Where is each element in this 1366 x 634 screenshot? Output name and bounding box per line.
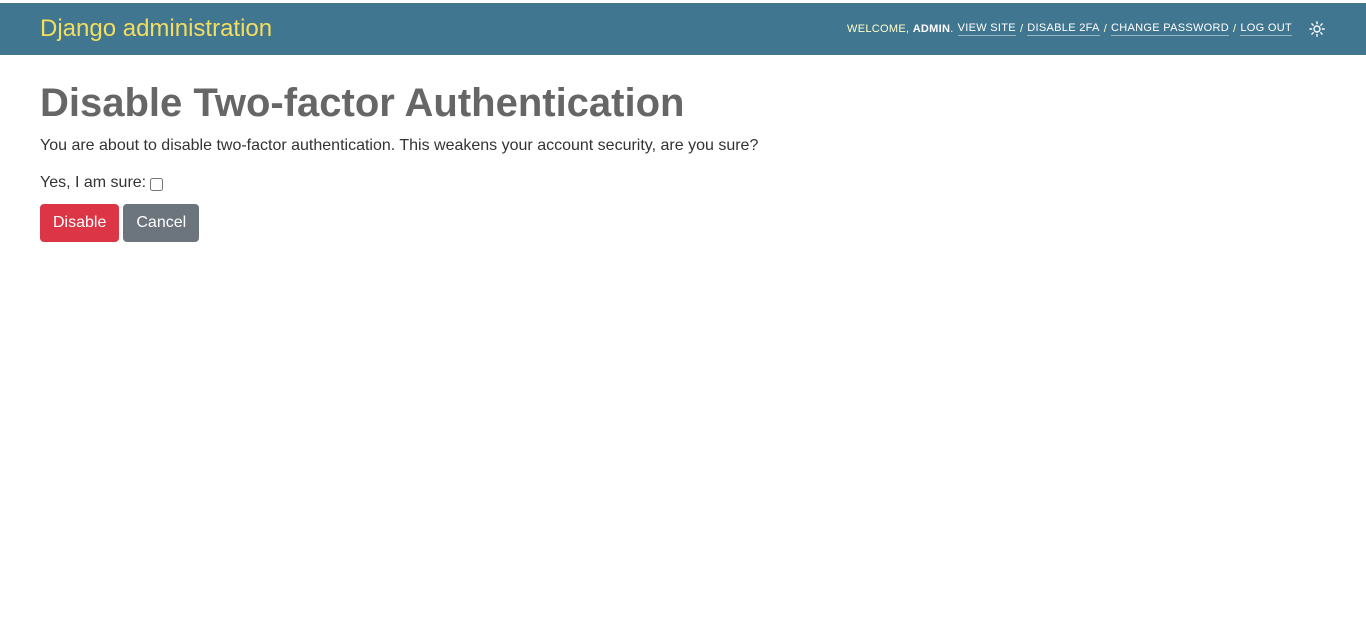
page-title: Disable Two-factor Authentication bbox=[40, 81, 685, 125]
main-content: Disable Two-factor Authentication You ar… bbox=[0, 55, 1366, 264]
confirm-label: Yes, I am sure: bbox=[40, 174, 147, 191]
separator: / bbox=[1233, 23, 1237, 35]
sun-icon bbox=[1309, 21, 1325, 37]
site-branding-link[interactable]: Django administration bbox=[40, 15, 272, 43]
theme-toggle-button[interactable] bbox=[1308, 20, 1326, 38]
disable-2fa-form: Yes, I am sure: Disable Cancel bbox=[40, 174, 1326, 242]
confirm-row: Yes, I am sure: bbox=[40, 174, 1326, 192]
intro-text: You are about to disable two-factor auth… bbox=[40, 137, 759, 154]
change-password-link[interactable]: Change password bbox=[1111, 22, 1230, 36]
confirm-checkbox[interactable] bbox=[150, 177, 164, 191]
username: admin bbox=[912, 23, 951, 35]
welcome-text: Welcome, bbox=[847, 23, 910, 35]
cancel-button[interactable]: Cancel bbox=[123, 204, 200, 242]
user-tools: Welcome, admin . View site / Disable 2FA… bbox=[847, 20, 1326, 38]
disable-button[interactable]: Disable bbox=[40, 204, 120, 242]
form-buttons: Disable Cancel bbox=[40, 204, 1326, 242]
separator: / bbox=[1103, 23, 1108, 35]
view-site-link[interactable]: View site bbox=[957, 22, 1016, 36]
disable-2fa-link[interactable]: Disable 2FA bbox=[1027, 22, 1100, 36]
log-out-link[interactable]: Log out bbox=[1240, 22, 1292, 36]
separator: / bbox=[1019, 23, 1024, 35]
admin-header: Django administration Welcome, admin . V… bbox=[0, 3, 1366, 55]
